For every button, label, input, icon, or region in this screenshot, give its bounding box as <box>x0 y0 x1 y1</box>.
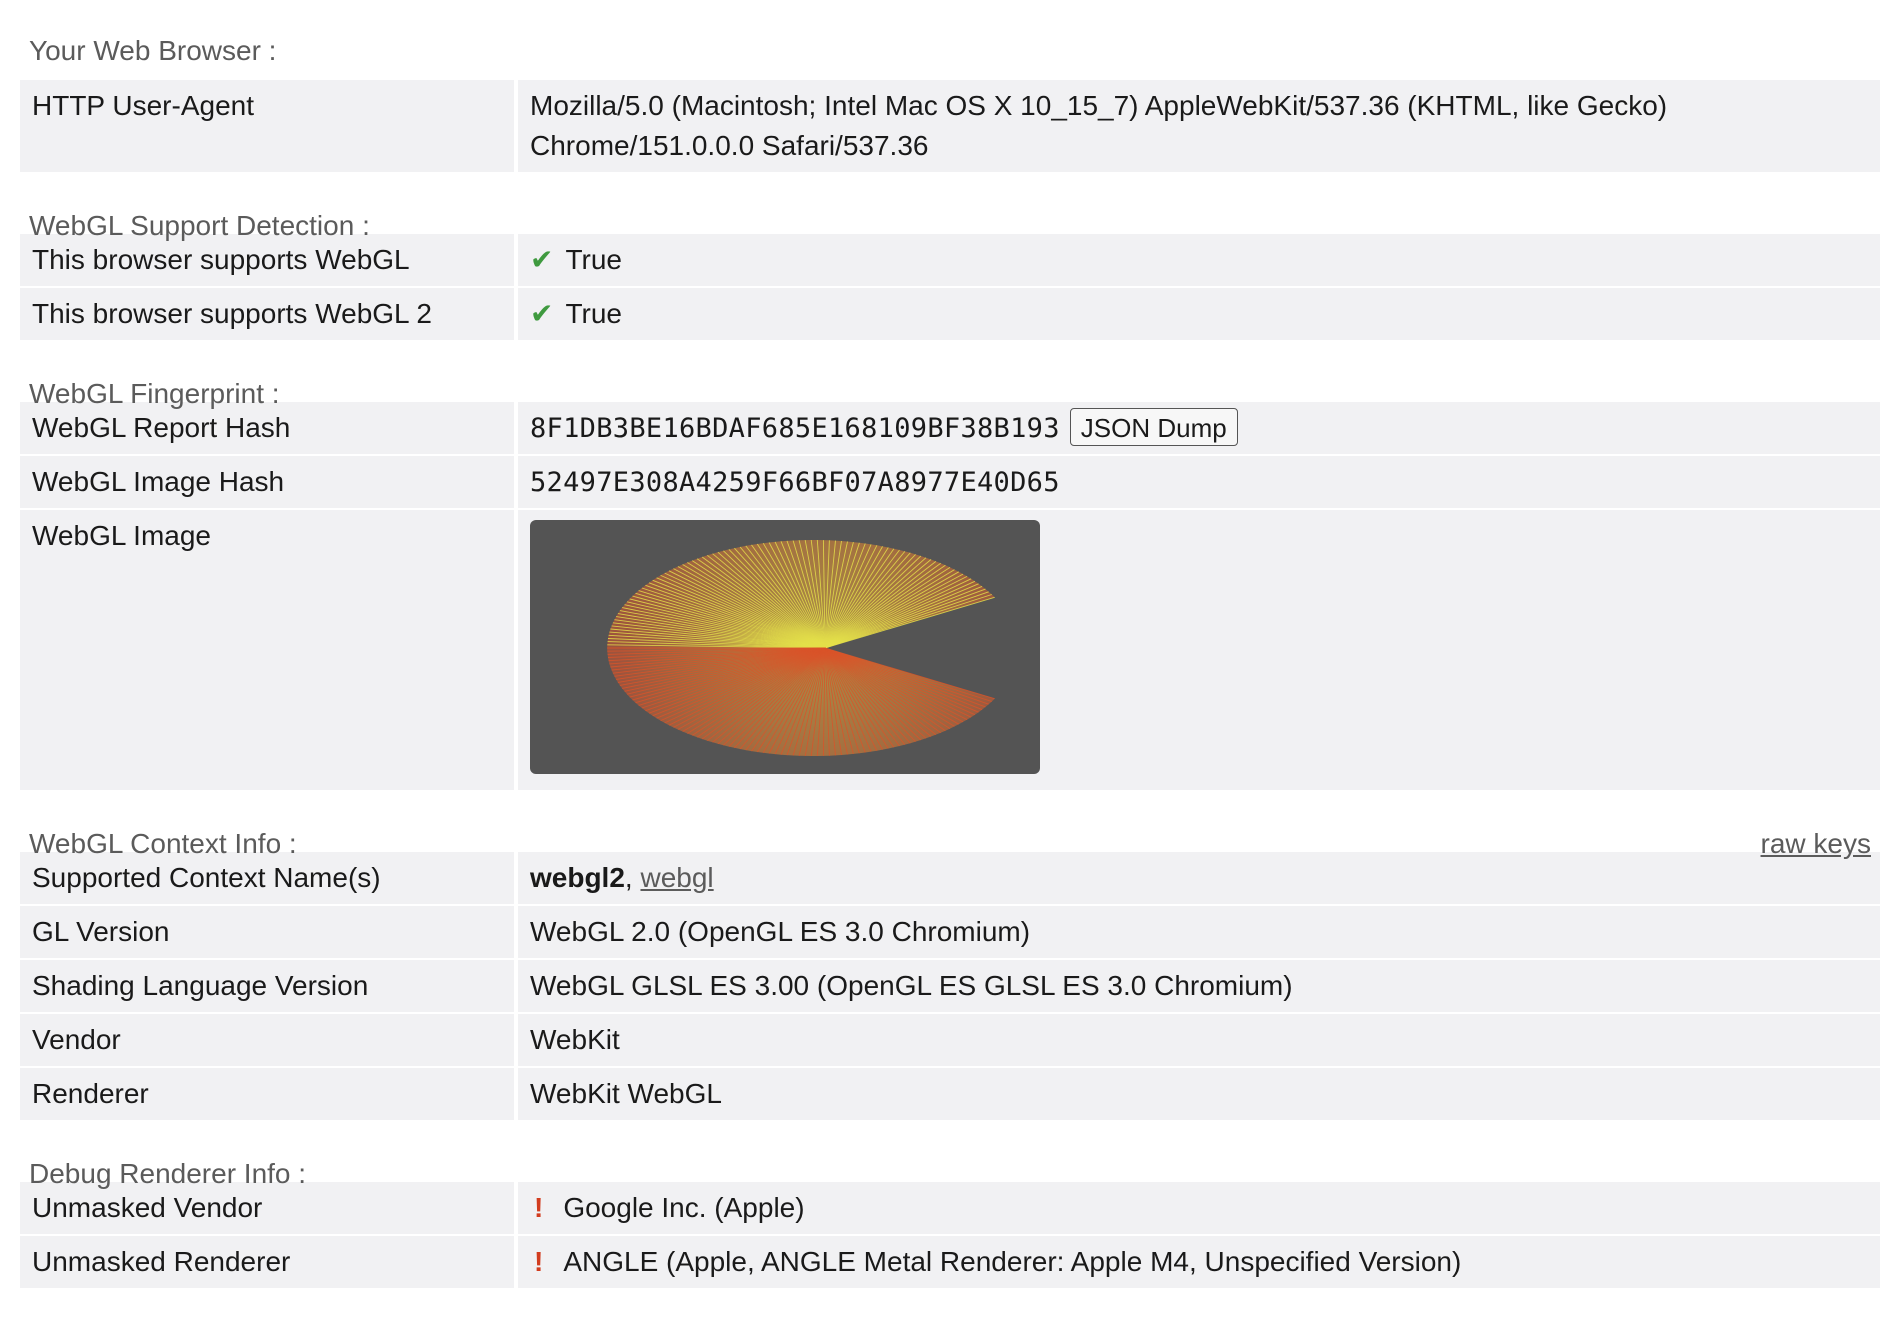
image-hash-value: 52497E308A4259F66BF07A8977E40D65 <box>530 467 1060 498</box>
row-shading-language: Shading Language Version WebGL GLSL ES 3… <box>20 960 1880 1012</box>
report-hash-value: 8F1DB3BE16BDAF685E168109BF38B193 <box>530 413 1060 444</box>
context-name-webgl-link[interactable]: webgl <box>640 862 713 893</box>
image-hash-cell: 52497E308A4259F66BF07A8977E40D65 <box>518 456 1880 508</box>
webgl-image-label: WebGL Image <box>20 510 514 790</box>
row-renderer: Renderer WebKit WebGL <box>20 1068 1880 1120</box>
webgl-support-value-cell: ✔ True <box>518 234 1880 286</box>
warning-icon: ! <box>534 1192 544 1223</box>
webgl-render-image <box>530 520 1040 774</box>
user-agent-label: HTTP User-Agent <box>20 80 514 172</box>
section-title-support: WebGL Support Detection : <box>29 210 370 241</box>
webgl-support-value: True <box>565 244 623 275</box>
renderer-label: Renderer <box>20 1068 514 1120</box>
webgl2-support-value: True <box>565 298 623 329</box>
section-title-debug: Debug Renderer Info : <box>29 1158 307 1189</box>
renderer-value: WebKit WebGL <box>518 1068 1880 1120</box>
image-hash-label: WebGL Image Hash <box>20 456 514 508</box>
row-report-hash: WebGL Report Hash 8F1DB3BE16BDAF685E1681… <box>20 402 1880 454</box>
json-dump-button[interactable]: JSON Dump <box>1069 408 1238 446</box>
row-unmasked-renderer: Unmasked Renderer ! ANGLE (Apple, ANGLE M… <box>20 1236 1880 1288</box>
row-vendor: Vendor WebKit <box>20 1014 1880 1066</box>
warning-icon: ! <box>534 1246 544 1277</box>
section-title-fingerprint: WebGL Fingerprint : <box>29 378 280 409</box>
webgl-image-cell <box>518 510 1880 790</box>
unmasked-renderer-value: ANGLE (Apple, ANGLE Metal Renderer: Appl… <box>563 1246 1462 1277</box>
checkmark-icon: ✔ <box>530 244 554 275</box>
section-title-browser: Your Web Browser : <box>29 35 277 66</box>
row-gl-version: GL Version WebGL 2.0 (OpenGL ES 3.0 Chro… <box>20 906 1880 958</box>
shading-language-label: Shading Language Version <box>20 960 514 1012</box>
user-agent-value: Mozilla/5.0 (Macintosh; Intel Mac OS X 1… <box>518 80 1880 172</box>
row-user-agent: HTTP User-Agent Mozilla/5.0 (Macintosh; … <box>20 80 1880 172</box>
row-webgl-image: WebGL Image <box>20 510 1880 790</box>
vendor-label: Vendor <box>20 1014 514 1066</box>
row-webgl2-support: This browser supports WebGL 2 ✔ True <box>20 288 1880 340</box>
row-context-names: Supported Context Name(s) webgl2, webgl <box>20 852 1880 904</box>
vendor-value: WebKit <box>518 1014 1880 1066</box>
webgl2-support-value-cell: ✔ True <box>518 288 1880 340</box>
unmasked-renderer-label: Unmasked Renderer <box>20 1236 514 1288</box>
context-name-webgl2: webgl2 <box>530 862 625 893</box>
context-title: WebGL Context Info : <box>29 828 297 859</box>
checkmark-icon: ✔ <box>530 298 554 329</box>
unmasked-vendor-cell: ! Google Inc. (Apple) <box>518 1182 1880 1234</box>
gl-version-value: WebGL 2.0 (OpenGL ES 3.0 Chromium) <box>518 906 1880 958</box>
gl-version-label: GL Version <box>20 906 514 958</box>
webgl2-support-label: This browser supports WebGL 2 <box>20 288 514 340</box>
unmasked-renderer-cell: ! ANGLE (Apple, ANGLE Metal Renderer: App… <box>518 1236 1880 1288</box>
section-title-context: WebGL Context Info : raw keys <box>20 792 1880 859</box>
row-image-hash: WebGL Image Hash 52497E308A4259F66BF07A8… <box>20 456 1880 508</box>
report-hash-cell: 8F1DB3BE16BDAF685E168109BF38B193 JSON Dum… <box>518 402 1880 454</box>
unmasked-vendor-value: Google Inc. (Apple) <box>563 1192 805 1223</box>
context-names-cell: webgl2, webgl <box>518 852 1880 904</box>
shading-language-value: WebGL GLSL ES 3.00 (OpenGL ES GLSL ES 3.… <box>518 960 1880 1012</box>
raw-keys-link[interactable]: raw keys <box>1761 827 1871 861</box>
webgl-report-page: Your Web Browser : HTTP User-Agent Mozil… <box>20 0 1880 1290</box>
context-name-separator: , <box>624 862 641 893</box>
